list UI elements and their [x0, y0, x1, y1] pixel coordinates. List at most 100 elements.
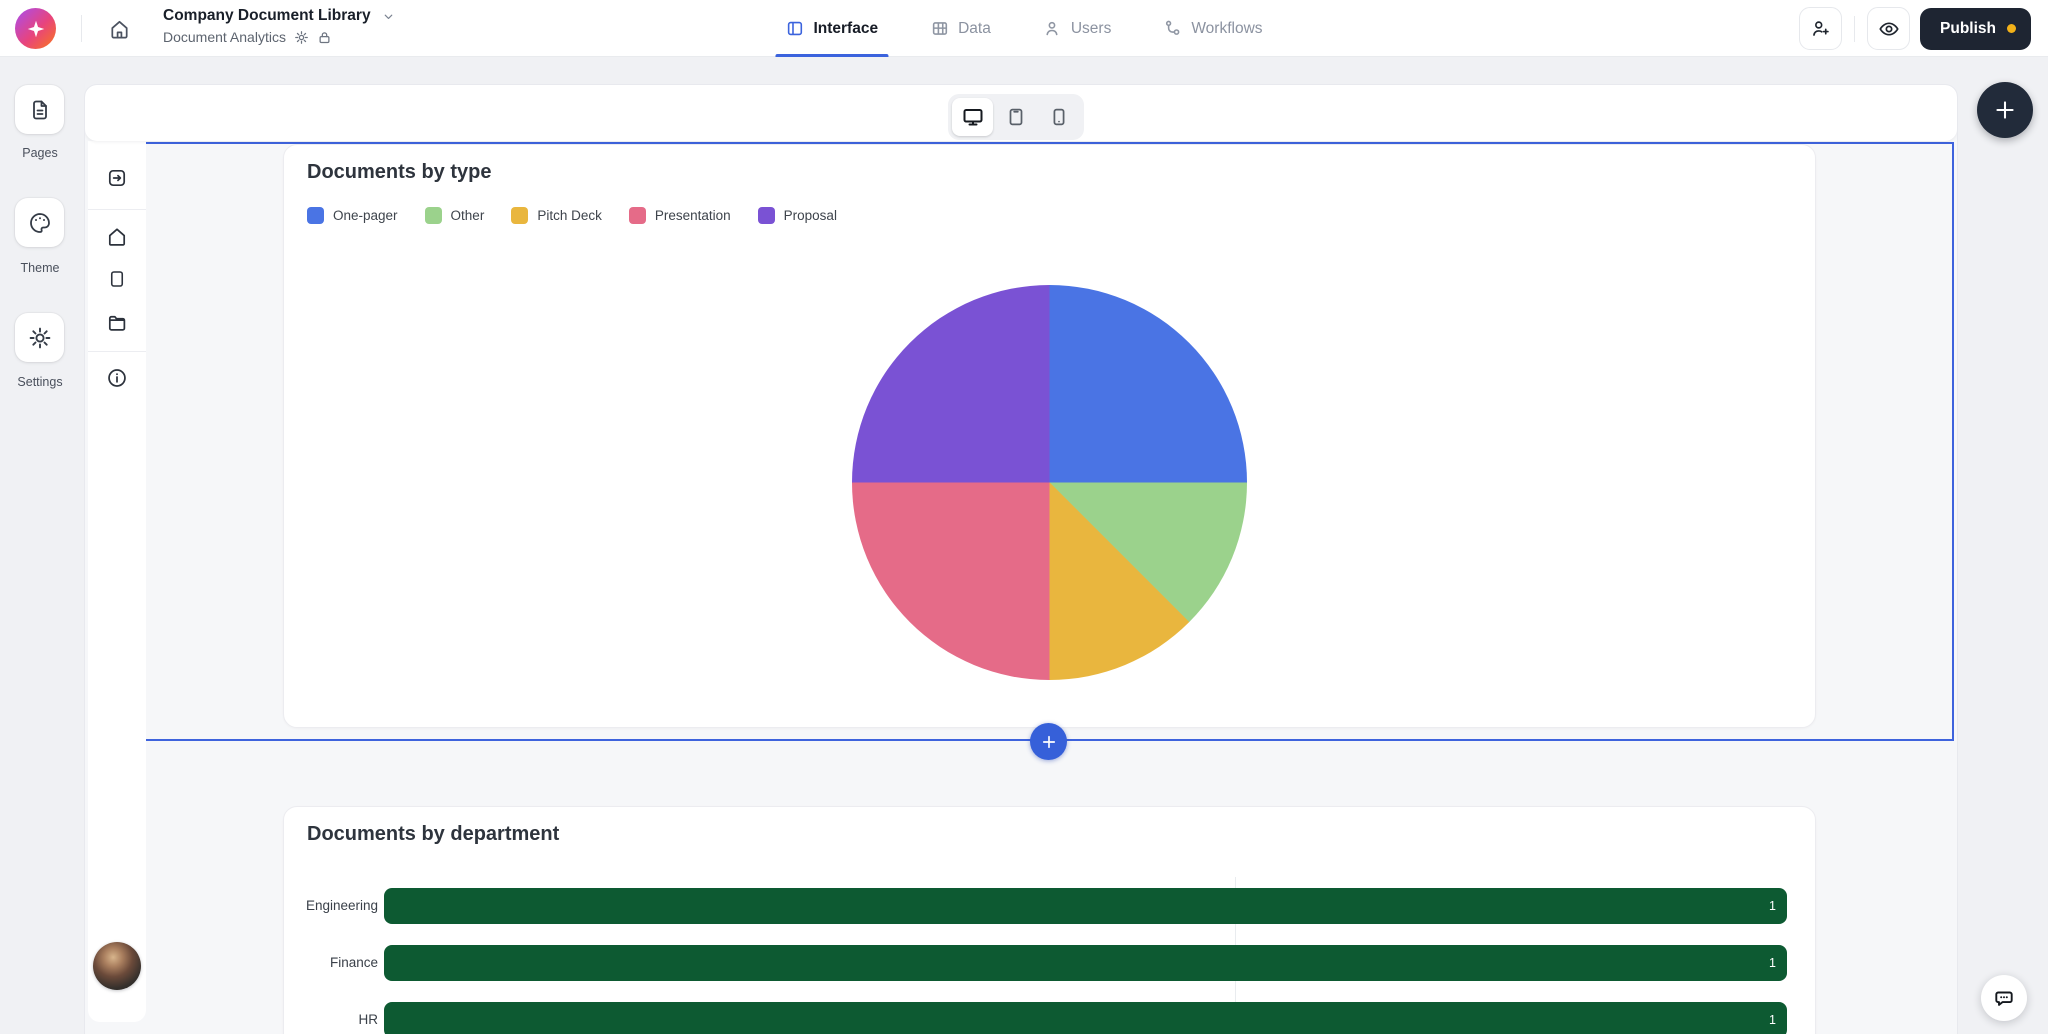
device-phone-option[interactable]	[1039, 98, 1080, 136]
legend-item: Pitch Deck	[511, 207, 602, 224]
topbar-actions: Publish	[1799, 7, 2031, 50]
legend-label: Other	[450, 208, 485, 223]
legend-swatch	[424, 207, 442, 224]
tab-label: Workflows	[1191, 19, 1263, 37]
bar-value: 1	[1769, 899, 1776, 913]
tab-label: Data	[958, 19, 991, 37]
pie-chart	[852, 285, 1247, 680]
tab-users[interactable]: Users	[1040, 0, 1114, 57]
tab-label: Interface	[813, 19, 879, 37]
bar: 1	[384, 945, 1787, 981]
avatar[interactable]	[93, 942, 141, 990]
home-icon	[110, 20, 128, 39]
legend-item: Presentation	[628, 207, 731, 224]
bar-track: 1	[384, 888, 1787, 924]
eye-icon	[1878, 21, 1899, 36]
home-button[interactable]	[100, 10, 138, 48]
legend-swatch	[307, 207, 324, 224]
legend-swatch	[757, 207, 775, 224]
legend-swatch	[511, 207, 529, 224]
topbar: Company Document Library Document Analyt…	[0, 0, 2048, 57]
divider	[1854, 15, 1856, 42]
bar-value: 1	[1769, 956, 1776, 970]
settings-gear-icon	[29, 327, 50, 348]
legend-label: Pitch Deck	[537, 208, 602, 223]
publish-status-dot	[2007, 24, 2016, 33]
legend-label: Presentation	[654, 208, 731, 223]
sidebar-label-pages: Pages	[22, 146, 58, 160]
add-component-button[interactable]	[1030, 723, 1067, 760]
add-page-fab[interactable]	[1977, 82, 2033, 138]
user-plus-icon	[1813, 21, 1829, 36]
rail-page-icon[interactable]	[107, 269, 128, 290]
phone-icon	[1053, 108, 1065, 126]
pie-legend: One-pager Other Pitch Deck Presentation …	[307, 207, 837, 224]
bar-row: Finance 1	[284, 945, 1815, 981]
bar-chart-card[interactable]: Documents by department Engineering 1 Fi…	[283, 806, 1816, 1034]
chart-title: Documents by department	[307, 823, 560, 845]
tab-data[interactable]: Data	[927, 0, 994, 57]
tablet-icon	[1009, 108, 1023, 126]
publish-label: Publish	[1940, 19, 1996, 37]
legend-label: One-pager	[333, 208, 398, 223]
app-title: Company Document Library	[163, 7, 371, 24]
plus-icon	[1042, 735, 1055, 748]
plus-icon	[1996, 101, 2014, 119]
sparkle-icon	[27, 20, 44, 37]
title-block: Company Document Library Document Analyt…	[163, 7, 395, 45]
legend-item: One-pager	[307, 207, 398, 224]
app-builder-screen: Company Document Library Document Analyt…	[0, 0, 2048, 1034]
app-logo[interactable]	[15, 8, 56, 49]
sidebar-label-settings: Settings	[17, 375, 63, 389]
component-rail	[88, 141, 146, 1022]
bar-track: 1	[384, 1002, 1787, 1034]
bar-category-label: HR	[358, 1012, 379, 1027]
lock-icon[interactable]	[317, 30, 332, 45]
theme-palette-icon	[29, 212, 50, 233]
rail-home-icon[interactable]	[106, 226, 129, 249]
info-icon[interactable]	[106, 367, 129, 390]
data-table-icon	[930, 19, 949, 38]
sidebar-label-theme: Theme	[20, 261, 60, 275]
page-subtitle: Document Analytics	[163, 29, 286, 45]
legend-item: Proposal	[757, 207, 837, 224]
chat-bubble-icon	[1995, 991, 2013, 1006]
divider	[81, 15, 82, 42]
canvas: Documents by type One-pager Other Pitch …	[85, 85, 1957, 1034]
device-toggle	[948, 94, 1084, 140]
page-subtitle-row: Document Analytics	[163, 29, 395, 45]
preview-button[interactable]	[1867, 7, 1911, 50]
legend-label: Proposal	[783, 208, 837, 223]
app-title-dropdown[interactable]: Company Document Library	[163, 7, 395, 25]
tab-interface[interactable]: Interface	[775, 0, 888, 57]
tab-workflows[interactable]: Workflows	[1160, 0, 1265, 57]
workflows-branch-icon	[1163, 19, 1182, 38]
divider	[88, 351, 146, 352]
sidebar-item-theme[interactable]	[15, 198, 64, 247]
device-tablet-option[interactable]	[995, 98, 1036, 136]
sidebar-item-settings[interactable]	[15, 313, 64, 362]
chart-title: Documents by type	[307, 161, 492, 183]
device-desktop-option[interactable]	[952, 98, 994, 136]
bar: 1	[384, 1002, 1787, 1034]
bar: 1	[384, 888, 1787, 924]
page-settings-gear-icon[interactable]	[294, 30, 309, 45]
main-tabs: Interface Data Users Workflows	[775, 0, 1265, 57]
sidebar-item-pages[interactable]	[15, 85, 64, 134]
pie-chart-card[interactable]: Documents by type One-pager Other Pitch …	[283, 144, 1816, 728]
bar-row: Engineering 1	[284, 888, 1815, 924]
sign-in-icon[interactable]	[106, 167, 129, 190]
invite-user-button[interactable]	[1799, 7, 1843, 50]
rail-folder-icon[interactable]	[106, 312, 129, 335]
desktop-icon	[963, 109, 983, 126]
tab-label: Users	[1070, 19, 1112, 37]
pages-document-icon	[32, 100, 47, 119]
bar-track: 1	[384, 945, 1787, 981]
bar-category-label: Finance	[329, 955, 378, 970]
publish-button[interactable]: Publish	[1920, 7, 2031, 50]
interface-panel-icon	[785, 19, 804, 38]
chevron-down-icon	[384, 14, 392, 19]
chat-help-button[interactable]	[1981, 975, 2027, 1021]
divider	[88, 209, 146, 210]
bar-row: HR 1	[284, 1002, 1815, 1034]
